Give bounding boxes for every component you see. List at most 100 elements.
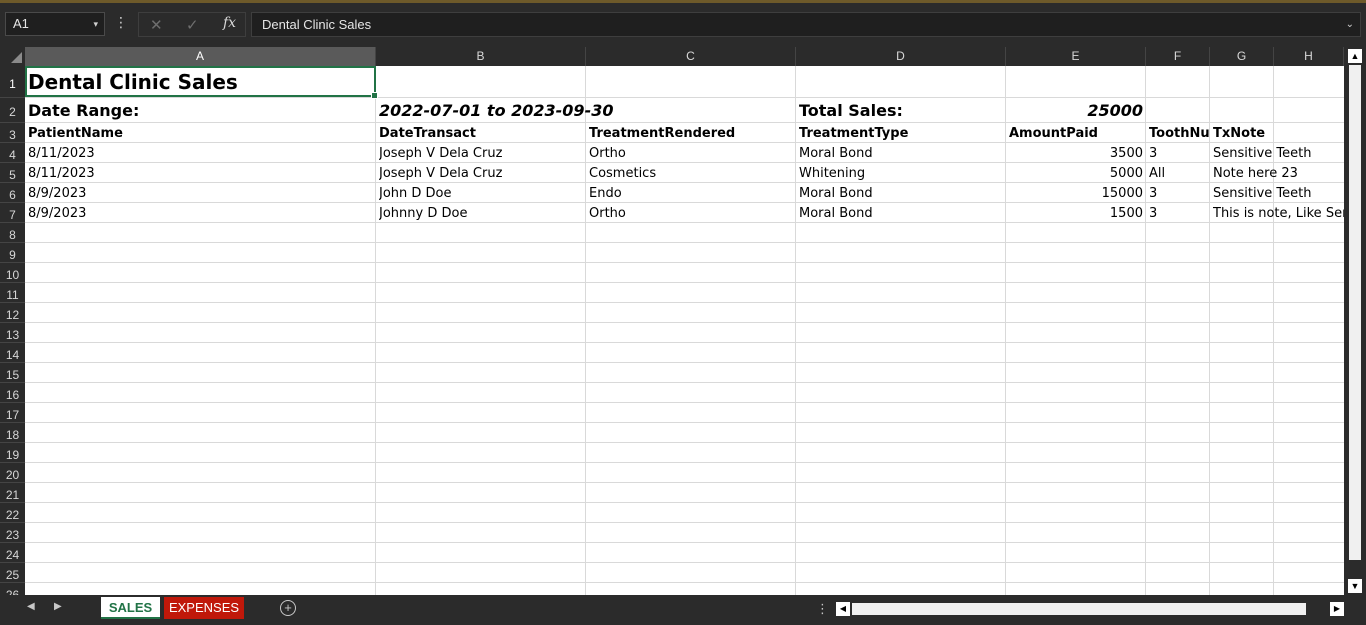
prev-sheet-icon[interactable]: ◀ <box>27 601 35 612</box>
vertical-scroll-thumb[interactable] <box>1349 65 1361 560</box>
row-header-11[interactable]: 11 <box>0 283 25 303</box>
chevron-down-icon[interactable]: ▾ <box>93 13 98 35</box>
row-header-8[interactable]: 8 <box>0 223 25 243</box>
row-header-12[interactable]: 12 <box>0 303 25 323</box>
column-header-c[interactable]: C <box>586 47 796 66</box>
table-cell[interactable]: Whitening <box>799 163 1006 183</box>
formula-bar: A1 ▾ ⋮ ✕ ✓ fx Dental Clinic Sales ⌄ <box>0 3 1366 45</box>
column-header-a[interactable]: A <box>25 47 376 66</box>
row-header-16[interactable]: 16 <box>0 383 25 403</box>
tab-sales[interactable]: SALES <box>101 597 160 619</box>
insert-function-icon[interactable]: fx <box>223 15 236 31</box>
row-header-20[interactable]: 20 <box>0 463 25 483</box>
scroll-right-icon[interactable]: ▶ <box>1330 602 1344 616</box>
tab-expenses[interactable]: EXPENSES <box>164 597 244 619</box>
scroll-left-icon[interactable]: ◀ <box>836 602 850 616</box>
row-header-10[interactable]: 10 <box>0 263 25 283</box>
table-cell[interactable]: Joseph V Dela Cruz <box>379 163 586 183</box>
tab-splitter-icon[interactable]: ⋮ <box>816 601 829 617</box>
cell-d2-total-sales-label[interactable]: Total Sales: <box>799 98 903 123</box>
column-header-h[interactable]: H <box>1274 47 1344 66</box>
header-cell-treatmentrendered[interactable]: TreatmentRendered <box>589 123 796 143</box>
table-cell[interactable]: Joseph V Dela Cruz <box>379 143 586 163</box>
cell-a2-date-range-label[interactable]: Date Range: <box>28 98 139 123</box>
table-cell[interactable]: 15000 <box>1009 183 1143 203</box>
table-cell[interactable]: Johnny D Doe <box>379 203 586 223</box>
table-cell[interactable]: 8/11/2023 <box>28 163 376 183</box>
column-header-b[interactable]: B <box>376 47 586 66</box>
header-cell-patientname[interactable]: PatientName <box>28 123 376 143</box>
sheet-grid[interactable]: A B C D E F G H 1 2 3 4 5 6 7 8 9 10 11 12 13 14 15 16 17 18 19 20 2… <box>0 47 1344 595</box>
row-gridline <box>25 462 1344 463</box>
header-cell-txnote[interactable]: TxNote <box>1213 123 1274 143</box>
header-cell-toothnum[interactable]: ToothNum <box>1149 123 1210 143</box>
row-header-13[interactable]: 13 <box>0 323 25 343</box>
table-cell[interactable]: 3 <box>1149 203 1210 223</box>
table-cell[interactable]: This is note, Like Sensitive Teeth <box>1213 203 1344 223</box>
table-cell[interactable]: Moral Bond <box>799 183 1006 203</box>
formula-input[interactable]: Dental Clinic Sales ⌄ <box>251 12 1361 37</box>
row-header-23[interactable]: 23 <box>0 523 25 543</box>
table-cell[interactable]: Sensitive Teeth <box>1213 183 1344 203</box>
vertical-scrollbar[interactable]: ▲ ▼ <box>1344 47 1366 595</box>
scroll-down-icon[interactable]: ▼ <box>1348 579 1362 593</box>
add-sheet-icon[interactable]: + <box>280 600 296 616</box>
table-cell[interactable]: 3500 <box>1009 143 1143 163</box>
table-cell[interactable]: All <box>1149 163 1210 183</box>
column-header-e[interactable]: E <box>1006 47 1146 66</box>
row-header-1[interactable]: 1 <box>0 66 25 98</box>
row-header-2[interactable]: 2 <box>0 98 25 123</box>
header-cell-amountpaid[interactable]: AmountPaid <box>1009 123 1146 143</box>
name-box[interactable]: A1 ▾ <box>5 12 105 36</box>
row-header-22[interactable]: 22 <box>0 503 25 523</box>
row-header-24[interactable]: 24 <box>0 543 25 563</box>
header-cell-datetransact[interactable]: DateTransact <box>379 123 586 143</box>
select-all-corner[interactable] <box>0 47 25 66</box>
table-cell[interactable]: 5000 <box>1009 163 1143 183</box>
column-header-f[interactable]: F <box>1146 47 1210 66</box>
table-cell[interactable]: Moral Bond <box>799 203 1006 223</box>
table-cell[interactable]: 1500 <box>1009 203 1143 223</box>
table-cell[interactable]: Ortho <box>589 203 796 223</box>
horizontal-scroll-thumb[interactable] <box>852 603 1306 615</box>
table-cell[interactable]: Moral Bond <box>799 143 1006 163</box>
table-cell[interactable]: 8/11/2023 <box>28 143 376 163</box>
row-header-14[interactable]: 14 <box>0 343 25 363</box>
table-cell[interactable]: John D Doe <box>379 183 586 203</box>
next-sheet-icon[interactable]: ▶ <box>54 601 62 612</box>
row-header-17[interactable]: 17 <box>0 403 25 423</box>
column-header-d[interactable]: D <box>796 47 1006 66</box>
table-cell[interactable]: Note here 23 <box>1213 163 1344 183</box>
table-cell[interactable]: 8/9/2023 <box>28 203 376 223</box>
cell-e2-total-sales-value[interactable]: 25000 <box>1009 98 1143 123</box>
table-cell[interactable]: Ortho <box>589 143 796 163</box>
row-header-4[interactable]: 4 <box>0 143 25 163</box>
row-header-25[interactable]: 25 <box>0 563 25 583</box>
more-options-icon[interactable]: ⋮ <box>114 14 128 31</box>
horizontal-scrollbar[interactable]: ◀ ▶ <box>836 602 1344 616</box>
row-header-15[interactable]: 15 <box>0 363 25 383</box>
scroll-up-icon[interactable]: ▲ <box>1348 49 1362 63</box>
table-cell[interactable]: Endo <box>589 183 796 203</box>
table-cell[interactable]: 3 <box>1149 183 1210 203</box>
row-header-9[interactable]: 9 <box>0 243 25 263</box>
row-header-3[interactable]: 3 <box>0 123 25 143</box>
cell-b2-date-range-value[interactable]: 2022-07-01 to 2023-09-30 <box>379 98 613 123</box>
name-box-value: A1 <box>13 16 29 31</box>
cancel-icon[interactable]: ✕ <box>150 16 163 34</box>
expand-formula-bar-icon[interactable]: ⌄ <box>1346 13 1354 36</box>
header-cell-treatmenttype[interactable]: TreatmentType <box>799 123 1006 143</box>
table-cell[interactable]: Cosmetics <box>589 163 796 183</box>
row-header-18[interactable]: 18 <box>0 423 25 443</box>
table-cell[interactable]: Sensitive Teeth <box>1213 143 1344 163</box>
row-header-21[interactable]: 21 <box>0 483 25 503</box>
row-header-26[interactable]: 26 <box>0 583 25 595</box>
enter-icon[interactable]: ✓ <box>186 16 199 34</box>
row-header-5[interactable]: 5 <box>0 163 25 183</box>
row-header-7[interactable]: 7 <box>0 203 25 223</box>
row-header-6[interactable]: 6 <box>0 183 25 203</box>
column-header-g[interactable]: G <box>1210 47 1274 66</box>
table-cell[interactable]: 3 <box>1149 143 1210 163</box>
row-header-19[interactable]: 19 <box>0 443 25 463</box>
table-cell[interactable]: 8/9/2023 <box>28 183 376 203</box>
